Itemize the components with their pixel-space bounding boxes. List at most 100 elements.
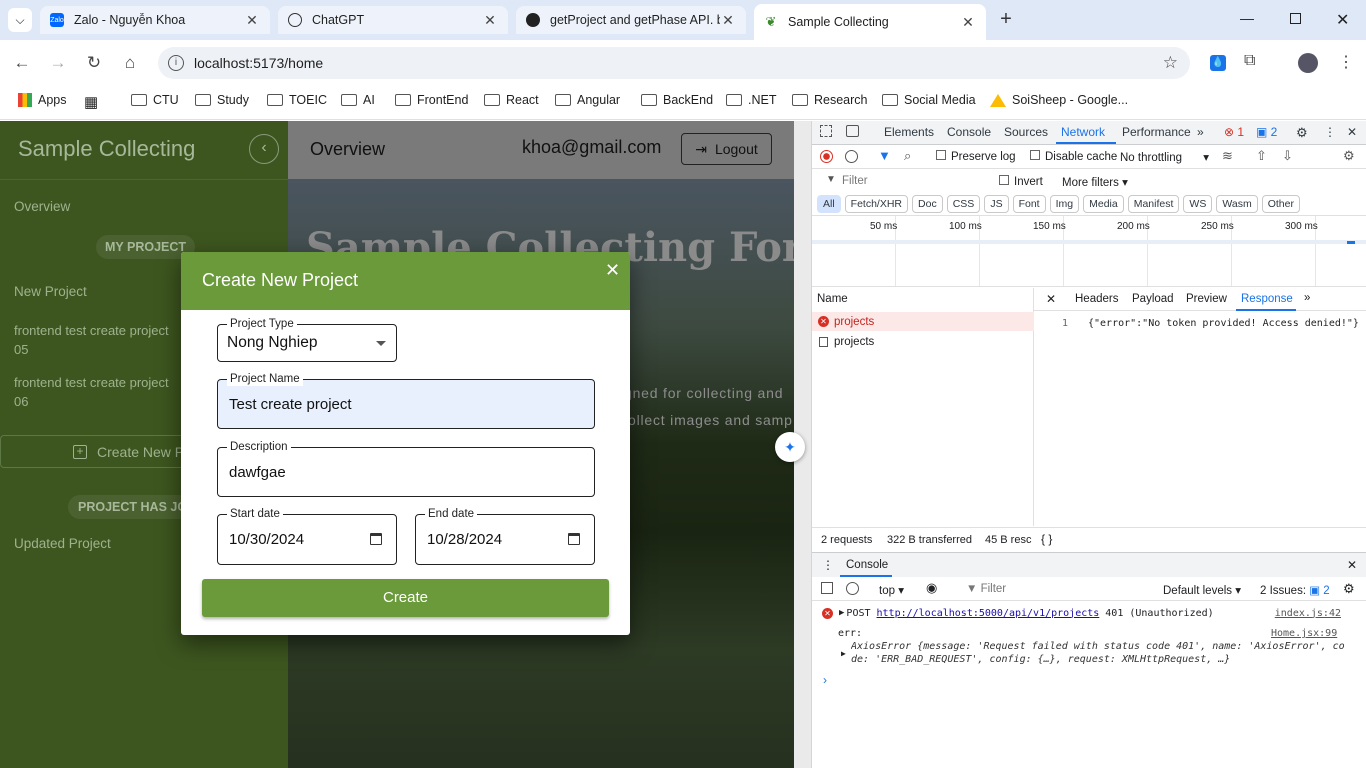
bookmark-apps[interactable]: Apps xyxy=(18,93,67,107)
console-settings-icon[interactable]: ⚙ xyxy=(1343,581,1355,597)
type-filter-manifest[interactable]: Manifest xyxy=(1127,195,1180,213)
expand-arrow-icon[interactable]: ▶ xyxy=(839,608,844,618)
search-icon[interactable]: ⌕ xyxy=(904,148,911,164)
sidebar-item-project-06[interactable]: frontend test create project 06 xyxy=(14,373,184,411)
create-button[interactable]: Create xyxy=(202,579,609,617)
collapse-sidebar-button[interactable]: ‹ xyxy=(249,134,279,164)
bookmark-star-icon[interactable]: ☆ xyxy=(1163,53,1178,73)
devtools-tab-network[interactable]: Network xyxy=(1061,125,1105,139)
bookmark-backend[interactable]: BackEnd xyxy=(641,93,713,107)
type-filter-wasm[interactable]: Wasm xyxy=(1216,195,1258,213)
bookmark-grid-icon[interactable]: ▦ xyxy=(84,93,98,111)
more-tabs-icon[interactable]: » xyxy=(1197,125,1204,139)
bookmark-research[interactable]: Research xyxy=(792,93,868,107)
more-detail-tabs-icon[interactable]: » xyxy=(1304,292,1310,304)
profile-avatar[interactable] xyxy=(1298,53,1318,73)
devtools-tab-console[interactable]: Console xyxy=(947,125,991,139)
drawer-tab-console[interactable]: Console xyxy=(846,559,888,571)
export-har-icon[interactable]: ⇩ xyxy=(1282,148,1293,164)
close-devtools-icon[interactable]: ✕ xyxy=(1347,125,1357,139)
bookmark-ctu[interactable]: CTU xyxy=(131,93,179,107)
bookmark-study[interactable]: Study xyxy=(195,93,249,107)
device-toolbar-icon[interactable] xyxy=(846,125,859,137)
site-info-icon[interactable]: i xyxy=(168,55,184,71)
type-filter-img[interactable]: Img xyxy=(1049,195,1080,213)
logout-button[interactable]: ⇥ Logout xyxy=(681,133,772,165)
close-window-icon[interactable]: ✕ xyxy=(1336,10,1349,30)
bookmark-social-media[interactable]: Social Media xyxy=(882,93,976,107)
tab-search-button[interactable]: ⌵ xyxy=(8,8,32,32)
console-error-entry[interactable]: ✕ ▶ POST http://localhost:5000/api/v1/pr… xyxy=(812,603,1366,623)
context-selector[interactable]: top ▾ xyxy=(879,583,904,597)
description-field[interactable]: Description dawfgae xyxy=(217,440,595,497)
console-filter-input[interactable]: ▼ Filter xyxy=(966,583,1006,595)
network-conditions-icon[interactable]: ≋ xyxy=(1222,148,1233,164)
close-icon[interactable]: ✕ xyxy=(482,12,498,29)
request-row[interactable]: projects xyxy=(812,332,1034,351)
type-filter-js[interactable]: JS xyxy=(984,195,1009,213)
pretty-print-icon[interactable]: { } xyxy=(1041,532,1052,546)
clear-icon[interactable] xyxy=(845,150,858,163)
inspect-element-icon[interactable] xyxy=(820,125,832,137)
bookmark-dotnet[interactable]: .NET xyxy=(726,93,776,107)
console-prompt-icon[interactable]: › xyxy=(823,673,827,687)
drawer-menu-icon[interactable]: ⋮ xyxy=(822,558,834,572)
log-request-url[interactable]: http://localhost:5000/api/v1/projects xyxy=(877,608,1100,619)
devtools-tab-sources[interactable]: Sources xyxy=(1004,125,1048,139)
settings-gear-icon[interactable]: ⚙ xyxy=(1296,125,1308,141)
sidebar-item-project-05[interactable]: frontend test create project 05 xyxy=(14,321,184,359)
type-filter-fetch-xhr[interactable]: Fetch/XHR xyxy=(844,195,909,213)
close-icon[interactable]: ✕ xyxy=(720,12,736,29)
back-icon[interactable]: ← xyxy=(12,53,32,73)
browser-menu-icon[interactable]: ⋮ xyxy=(1338,52,1354,72)
request-row-error[interactable]: ✕ projects xyxy=(812,312,1034,331)
project-type-select[interactable]: Project Type Nong Nghiep xyxy=(217,317,397,362)
calendar-icon[interactable] xyxy=(568,533,580,545)
record-stop-icon[interactable] xyxy=(820,150,833,163)
clear-console-icon[interactable] xyxy=(846,582,859,595)
bookmark-frontend[interactable]: FrontEnd xyxy=(395,93,468,107)
new-tab-button[interactable]: + xyxy=(994,8,1018,32)
type-filter-other[interactable]: Other xyxy=(1261,195,1300,213)
close-icon[interactable]: ✕ xyxy=(244,12,260,29)
type-filter-media[interactable]: Media xyxy=(1083,195,1124,213)
more-filters-dropdown[interactable]: More filters ▾ xyxy=(1062,175,1128,189)
filter-funnel-icon[interactable]: ▼ xyxy=(878,148,891,163)
close-icon[interactable]: ✕ xyxy=(960,14,976,31)
type-filter-doc[interactable]: Doc xyxy=(912,195,943,213)
restore-icon[interactable] xyxy=(1290,13,1301,24)
detail-tab-headers[interactable]: Headers xyxy=(1075,293,1118,305)
issues-counter[interactable]: 2 Issues: ▣ 2 xyxy=(1260,583,1330,597)
tab-sample-collecting[interactable]: ❦ Sample Collecting ✕ xyxy=(754,4,986,40)
tab-github[interactable]: getProject and getPhase API. by ✕ xyxy=(516,6,746,34)
issue-count-badge[interactable]: ▣ 2 xyxy=(1256,125,1277,139)
type-filter-ws[interactable]: WS xyxy=(1183,195,1213,213)
name-column-header[interactable]: Name xyxy=(817,293,848,305)
bookmark-toeic[interactable]: TOEIC xyxy=(267,93,327,107)
floating-assistant-icon[interactable]: ✦ xyxy=(775,432,805,462)
detail-tab-response[interactable]: Response xyxy=(1241,293,1293,305)
tab-zalo[interactable]: Zalo Zalo - Nguyễn Khoa ✕ xyxy=(40,6,270,34)
end-date-field[interactable]: End date 10/28/2024 xyxy=(415,507,595,565)
sidebar-item-new-project[interactable]: New Project xyxy=(14,284,87,299)
minimize-icon[interactable]: — xyxy=(1240,10,1260,26)
devtools-tab-performance[interactable]: Performance xyxy=(1122,125,1191,139)
console-sidebar-icon[interactable] xyxy=(821,582,833,594)
axios-error-expand-icon[interactable]: ▶ xyxy=(841,649,846,658)
detail-tab-payload[interactable]: Payload xyxy=(1132,293,1174,305)
import-har-icon[interactable]: ⇧ xyxy=(1256,148,1267,164)
project-name-field[interactable]: Project Name Test create project xyxy=(217,372,595,429)
live-expression-eye-icon[interactable]: ◉ xyxy=(926,580,937,596)
devtools-menu-icon[interactable]: ⋮ xyxy=(1324,125,1336,139)
extensions-puzzle-icon[interactable]: ⧉ xyxy=(1244,52,1255,70)
network-filter-input[interactable]: Filter xyxy=(842,175,868,187)
forward-icon[interactable]: → xyxy=(48,53,68,73)
start-date-field[interactable]: Start date 10/30/2024 xyxy=(217,507,397,565)
network-timeline[interactable]: 50 ms 100 ms 150 ms 200 ms 250 ms 300 ms xyxy=(812,215,1366,287)
sidebar-item-updated-project[interactable]: Updated Project xyxy=(14,536,111,551)
preserve-log-checkbox[interactable]: Preserve log xyxy=(936,150,1016,163)
bookmark-soisheep[interactable]: SoiSheep - Google... xyxy=(990,93,1128,107)
detail-tab-preview[interactable]: Preview xyxy=(1186,293,1227,305)
address-bar[interactable]: i localhost:5173/home ☆ xyxy=(158,47,1190,79)
log-levels-dropdown[interactable]: Default levels ▾ xyxy=(1163,583,1241,597)
